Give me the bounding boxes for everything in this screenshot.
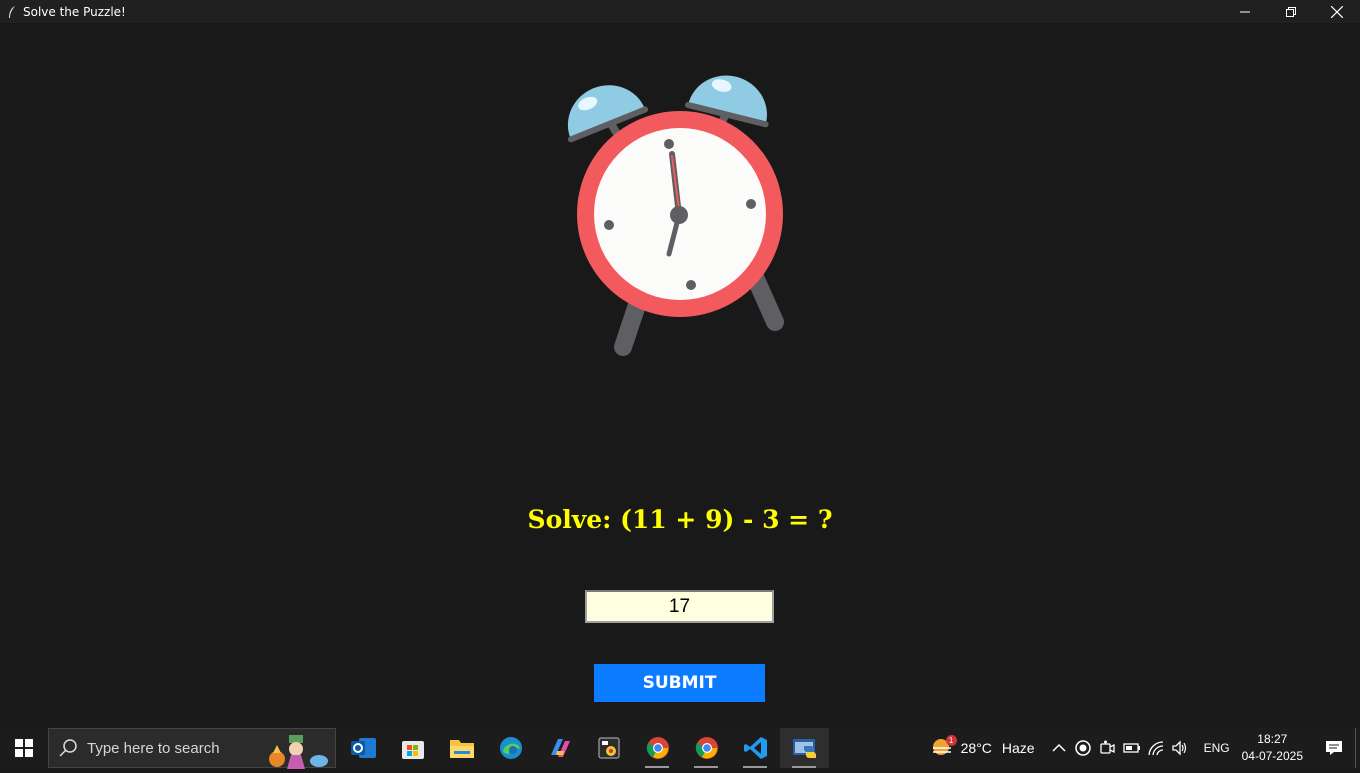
weather-widget[interactable]: 1 28°C Haze xyxy=(931,735,1035,758)
search-icon xyxy=(59,738,79,758)
volume-icon[interactable] xyxy=(1171,740,1188,757)
taskbar-time: 18:27 xyxy=(1257,732,1288,746)
search-placeholder: Type here to search xyxy=(87,739,220,757)
weather-temperature: 28°C xyxy=(960,740,992,756)
weather-haze-icon: 1 xyxy=(931,735,957,758)
media-icon xyxy=(598,737,619,759)
python-app-icon xyxy=(792,739,816,758)
close-button[interactable] xyxy=(1314,0,1360,23)
close-icon xyxy=(1331,5,1343,18)
start-button[interactable] xyxy=(0,728,48,768)
windows-logo-icon xyxy=(15,739,33,757)
chevron-up-icon[interactable] xyxy=(1051,740,1068,757)
copilot-icon xyxy=(550,739,570,757)
store-icon xyxy=(401,741,424,759)
answer-input[interactable] xyxy=(585,590,774,623)
title-bar: Solve the Puzzle! xyxy=(0,0,1360,23)
taskbar: Type here to search 1 28°C Haze ENG 18:2… xyxy=(0,728,1360,769)
alarm-clock-image xyxy=(567,75,784,356)
language-indicator[interactable]: ENG xyxy=(1204,741,1230,755)
system-tray: 1 28°C Haze ENG 18:27 04-07-2025 xyxy=(931,728,1360,768)
notification-icon xyxy=(1326,741,1342,755)
chrome-icon xyxy=(695,737,718,759)
media-app[interactable] xyxy=(584,728,633,768)
vscode-app[interactable] xyxy=(731,728,780,768)
python-app[interactable] xyxy=(780,728,829,768)
meet-now-icon[interactable] xyxy=(1099,740,1116,757)
store-app[interactable] xyxy=(388,728,437,768)
show-desktop-button[interactable] xyxy=(1355,728,1360,768)
outlook-app[interactable] xyxy=(339,728,388,768)
puzzle-question: Solve: (11 + 9) - 3 = ? xyxy=(527,505,833,534)
taskbar-search-box[interactable]: Type here to search xyxy=(48,728,336,769)
weather-badge: 1 xyxy=(945,735,957,746)
minimize-button[interactable] xyxy=(1222,0,1268,23)
search-highlight-icon xyxy=(261,731,331,773)
chrome-app[interactable] xyxy=(633,728,682,768)
outlook-icon xyxy=(350,738,376,758)
minimize-icon xyxy=(1240,11,1250,12)
notification-button[interactable] xyxy=(1319,728,1349,768)
restore-button[interactable] xyxy=(1268,0,1314,23)
wifi-icon[interactable] xyxy=(1147,740,1164,757)
taskbar-date: 04-07-2025 xyxy=(1241,749,1303,763)
edge-icon xyxy=(499,737,522,759)
weather-condition: Haze xyxy=(1001,740,1035,756)
feather-icon xyxy=(4,4,20,20)
file-explorer-icon xyxy=(449,740,474,758)
copilot-app[interactable] xyxy=(535,728,584,768)
chrome-app-2[interactable] xyxy=(682,728,731,768)
window-title: Solve the Puzzle! xyxy=(23,4,126,19)
file-explorer-app[interactable] xyxy=(437,728,486,768)
submit-button[interactable]: SUBMIT xyxy=(594,664,765,702)
restore-icon xyxy=(1286,6,1296,17)
battery-icon[interactable] xyxy=(1122,740,1140,757)
edge-app[interactable] xyxy=(486,728,535,768)
record-icon[interactable] xyxy=(1075,740,1092,757)
clock-datetime[interactable]: 18:27 04-07-2025 xyxy=(1242,731,1303,765)
chrome-icon xyxy=(646,737,669,759)
vscode-icon xyxy=(743,737,767,759)
